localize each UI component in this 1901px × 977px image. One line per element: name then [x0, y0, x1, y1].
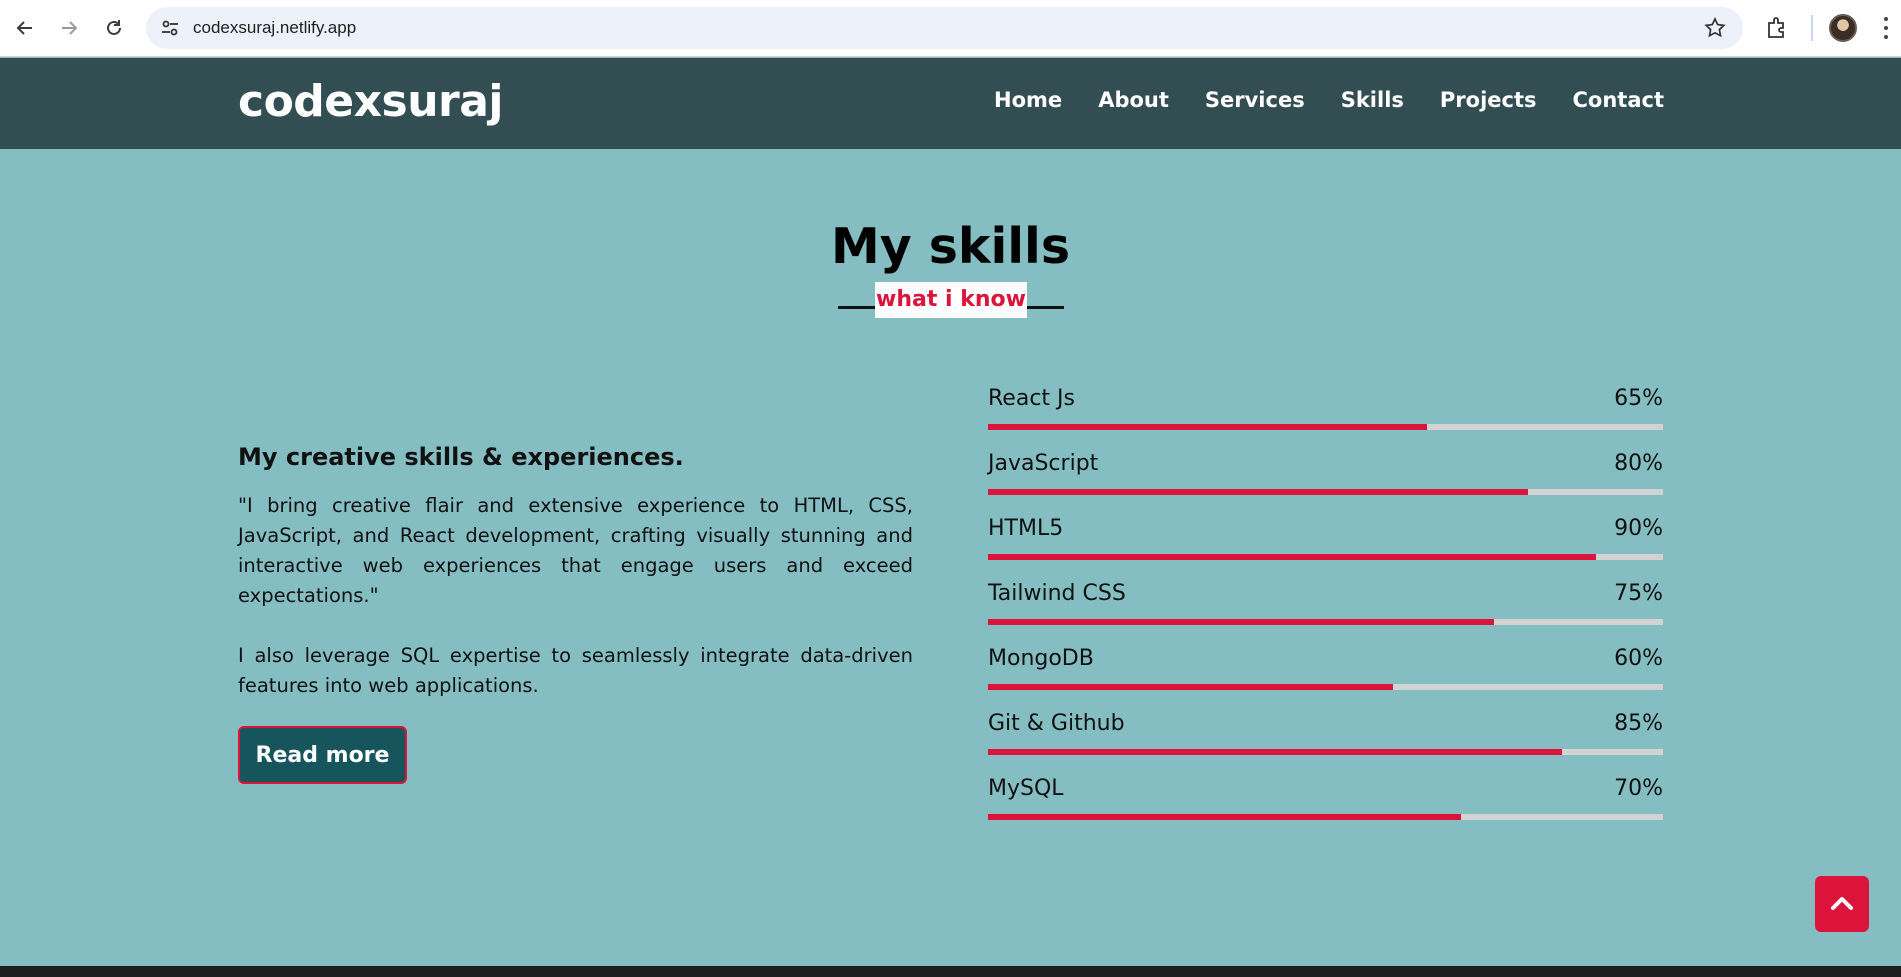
chevron-up-icon — [1831, 897, 1853, 910]
nav-home[interactable]: Home — [994, 88, 1062, 112]
skill-name: React Js — [988, 386, 1075, 411]
skill-percent: 90% — [1614, 516, 1663, 541]
address-bar[interactable]: codexsuraj.netlify.app — [146, 7, 1743, 49]
url-text: codexsuraj.netlify.app — [193, 18, 357, 37]
skill-progress-fill — [988, 749, 1562, 755]
scroll-to-top-button[interactable] — [1815, 876, 1869, 932]
taskbar-strip — [0, 966, 1901, 977]
toolbar-divider — [1811, 15, 1813, 41]
profile-avatar[interactable] — [1829, 14, 1857, 42]
skill-item: MongoDB 60% — [988, 646, 1663, 711]
site-info-icon[interactable] — [160, 18, 180, 38]
nav-projects[interactable]: Projects — [1440, 88, 1537, 112]
bookmark-star-icon[interactable] — [1703, 16, 1727, 40]
skill-name: MongoDB — [988, 646, 1094, 671]
reload-icon[interactable] — [98, 12, 130, 44]
skill-item: MySQL 70% — [988, 776, 1663, 841]
skill-item: Git & Github 85% — [988, 711, 1663, 776]
skills-paragraph-2: I also leverage SQL expertise to seamles… — [238, 644, 913, 697]
nav-skills[interactable]: Skills — [1341, 88, 1404, 112]
read-more-button[interactable]: Read more — [238, 726, 407, 784]
subtitle-line-right — [1024, 306, 1064, 309]
skill-item: Tailwind CSS 75% — [988, 581, 1663, 646]
skill-percent: 70% — [1614, 776, 1663, 801]
main-nav: Home About Services Skills Projects Cont… — [958, 88, 1664, 112]
nav-about[interactable]: About — [1098, 88, 1169, 112]
skill-name: Git & Github — [988, 711, 1125, 736]
skill-name: MySQL — [988, 776, 1064, 801]
subtitle-line-left — [838, 306, 878, 309]
skill-progress-fill — [988, 619, 1495, 625]
browser-toolbar: codexsuraj.netlify.app — [0, 0, 1901, 57]
skill-percent: 75% — [1614, 581, 1663, 606]
skills-list: React Js 65% JavaScript 80% HTML5 90% Ta… — [988, 386, 1663, 841]
skill-progress-fill — [988, 424, 1427, 430]
skill-progress-fill — [988, 684, 1393, 690]
skill-name: HTML5 — [988, 516, 1064, 541]
skill-percent: 80% — [1614, 451, 1663, 476]
skill-percent: 60% — [1614, 646, 1663, 671]
skill-progress-track — [988, 424, 1663, 430]
skill-progress-track — [988, 489, 1663, 495]
skill-progress-track — [988, 619, 1663, 625]
back-icon[interactable] — [9, 12, 41, 44]
section-subtitle-wrap: what i know — [838, 282, 1064, 318]
section-title: My skills — [830, 218, 1071, 275]
skills-paragraph-1: "I bring creative flair and extensive ex… — [238, 494, 913, 607]
skill-item: React Js 65% — [988, 386, 1663, 451]
skill-progress-fill — [988, 489, 1528, 495]
nav-contact[interactable]: Contact — [1573, 88, 1665, 112]
extensions-puzzle-icon[interactable] — [1764, 15, 1790, 41]
site-logo[interactable]: codexsuraj — [238, 76, 504, 127]
skill-percent: 85% — [1614, 711, 1663, 736]
nav-services[interactable]: Services — [1205, 88, 1305, 112]
skill-progress-track — [988, 684, 1663, 690]
skill-percent: 65% — [1614, 386, 1663, 411]
skill-name: JavaScript — [988, 451, 1099, 476]
skill-item: HTML5 90% — [988, 516, 1663, 581]
section-subtitle: what i know — [875, 282, 1027, 318]
menu-kebab-icon[interactable] — [1883, 17, 1889, 39]
skill-progress-fill — [988, 554, 1596, 560]
skill-progress-fill — [988, 814, 1461, 820]
skills-heading: My creative skills & experiences. — [238, 443, 684, 471]
skill-progress-track — [988, 814, 1663, 820]
skill-progress-track — [988, 749, 1663, 755]
skill-item: JavaScript 80% — [988, 451, 1663, 516]
site-header: codexsuraj Home About Services Skills Pr… — [0, 58, 1901, 149]
forward-icon[interactable] — [53, 12, 85, 44]
skill-progress-track — [988, 554, 1663, 560]
skill-name: Tailwind CSS — [988, 581, 1126, 606]
